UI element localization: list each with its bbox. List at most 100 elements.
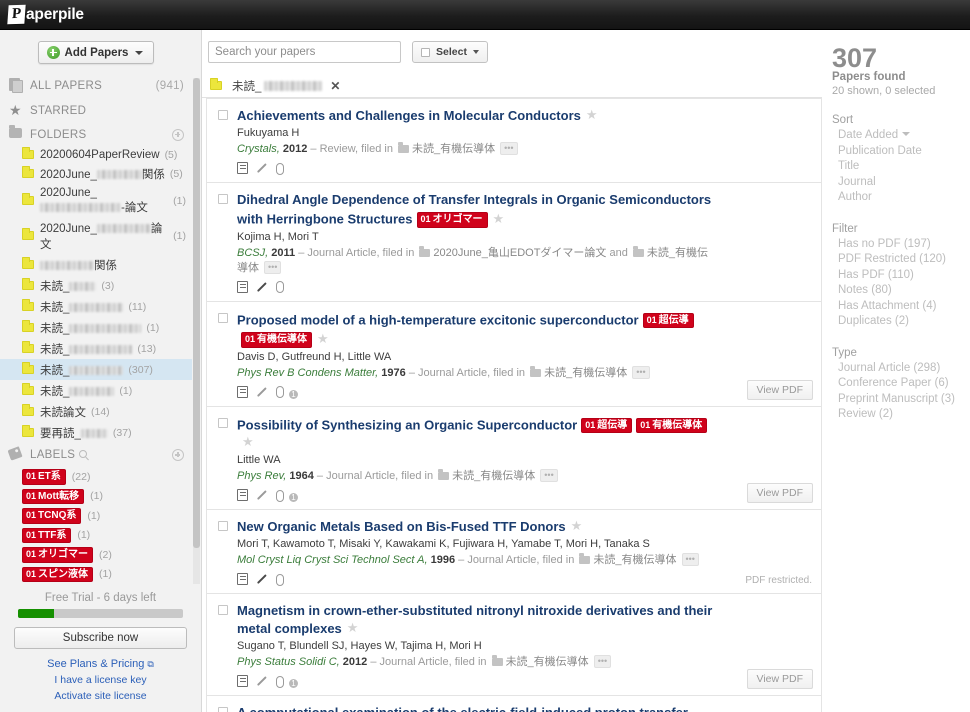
notes-icon[interactable] — [237, 573, 248, 585]
edit-icon[interactable] — [255, 281, 267, 293]
sidebar-section-folders[interactable]: FOLDERS — [0, 123, 192, 146]
star-icon[interactable]: ★ — [586, 107, 598, 122]
edit-icon[interactable] — [255, 675, 267, 687]
sidebar-folder-item[interactable]: 20200604PaperReview (5) — [0, 146, 192, 163]
paper-checkbox[interactable] — [218, 417, 228, 428]
edit-icon[interactable] — [255, 489, 267, 501]
edit-icon[interactable] — [255, 573, 267, 585]
edit-icon[interactable] — [255, 162, 267, 174]
more-options-icon[interactable]: ••• — [500, 142, 518, 155]
sort-option[interactable]: Date Added — [832, 128, 962, 144]
paper-row[interactable]: A computational examination of the elect… — [206, 696, 822, 712]
filter-option[interactable]: Notes (80) — [832, 283, 962, 299]
paper-row[interactable]: Proposed model of a high-temperature exc… — [206, 301, 822, 407]
star-icon[interactable]: ★ — [493, 211, 505, 226]
sidebar-folder-item[interactable]: 関係 — [0, 254, 192, 275]
sidebar-label-item[interactable]: 01 TCNQ系 (1) — [0, 506, 192, 526]
filed-folder-name[interactable]: 未読_有機伝導体 — [412, 143, 495, 155]
paper-journal[interactable]: Crystals, — [237, 143, 280, 155]
paper-title[interactable]: Possibility of Synthesizing an Organic S… — [237, 417, 577, 432]
breadcrumb-folder[interactable]: 未読_ — [232, 78, 323, 94]
paper-row[interactable]: Achievements and Challenges in Molecular… — [206, 98, 822, 183]
type-option[interactable]: Preprint Manuscript (3) — [832, 392, 962, 408]
attachment-icon[interactable] — [274, 385, 285, 398]
sidebar-folder-item[interactable]: 未読_ (11) — [0, 296, 192, 317]
sidebar-folder-item[interactable]: 2020June_ 論文 (1) — [0, 217, 192, 254]
notes-icon[interactable] — [237, 280, 248, 293]
sidebar-folder-item[interactable]: 2020June_-論文 (1) — [0, 184, 192, 217]
label-badge[interactable]: 01 Mott転移 — [22, 488, 85, 504]
star-icon[interactable]: ★ — [317, 331, 329, 346]
paper-title[interactable]: Achievements and Challenges in Molecular… — [237, 108, 581, 123]
paper-title[interactable]: Magnetism in crown-ether-substituted nit… — [237, 603, 712, 636]
notes-icon[interactable] — [237, 489, 248, 501]
remove-filter-icon[interactable]: ✕ — [330, 79, 340, 93]
sidebar-label-item[interactable]: 01 オリゴマー (2) — [0, 545, 192, 565]
add-folder-icon[interactable] — [172, 128, 184, 141]
paper-row[interactable]: Dihedral Angle Dependence of Transfer In… — [206, 183, 822, 302]
sort-option[interactable]: Journal — [832, 175, 962, 191]
paper-row[interactable]: Possibility of Synthesizing an Organic S… — [206, 406, 822, 510]
paper-checkbox[interactable] — [218, 707, 228, 712]
add-label-icon[interactable] — [172, 449, 184, 461]
label-badge[interactable]: 01有機伝導体 — [636, 417, 708, 433]
more-options-icon[interactable]: ••• — [681, 553, 699, 566]
site-license-link[interactable]: Activate site license — [14, 688, 187, 704]
attachment-icon[interactable] — [274, 489, 285, 502]
sidebar-folder-item[interactable]: 未読_ (1) — [0, 317, 192, 338]
filed-folder-name[interactable]: 未読_有機伝導体 — [544, 367, 627, 379]
sidebar-folder-item[interactable]: 未読_ (1) — [0, 380, 192, 401]
label-badge[interactable]: 01 オリゴマー — [22, 547, 94, 563]
star-icon[interactable]: ★ — [347, 620, 359, 635]
select-button[interactable]: Select — [412, 41, 488, 63]
see-plans-link[interactable]: See Plans & Pricing ⧉ — [14, 656, 187, 672]
sidebar-label-item[interactable]: 01 TTF系 (1) — [0, 526, 192, 546]
sidebar-folder-item[interactable]: 未読論文 (14) — [0, 401, 192, 422]
paper-checkbox[interactable] — [218, 110, 228, 120]
filter-option[interactable]: Duplicates (2) — [832, 314, 962, 330]
view-pdf-button[interactable]: View PDF — [746, 379, 813, 400]
sort-option[interactable]: Title — [832, 159, 962, 175]
edit-icon[interactable] — [255, 386, 267, 398]
sidebar-section-labels[interactable]: LABELS — [0, 443, 192, 467]
paper-journal[interactable]: Phys Rev B Condens Matter, — [237, 367, 378, 379]
sidebar-item-starred[interactable]: ★ STARRED — [0, 99, 192, 123]
more-options-icon[interactable]: ••• — [540, 469, 558, 482]
attachment-icon[interactable] — [274, 573, 285, 586]
filter-option[interactable]: Has PDF (110) — [832, 268, 962, 284]
label-badge[interactable]: 01有機伝導体 — [241, 332, 313, 348]
filed-folder-name[interactable]: 未読_有機伝導体 — [593, 554, 676, 566]
notes-icon[interactable] — [237, 385, 248, 398]
paper-title[interactable]: Proposed model of a high-temperature exc… — [237, 312, 639, 327]
search-icon[interactable] — [79, 450, 88, 458]
sidebar-folder-item[interactable]: 未読_ (3) — [0, 275, 192, 296]
sidebar-label-item[interactable]: 01 ET系 (22) — [0, 467, 192, 487]
paper-title[interactable]: New Organic Metals Based on Bis-Fused TT… — [237, 519, 566, 534]
filed-folder-name[interactable]: 2020June_亀山EDOTダイマー論文 — [433, 247, 606, 259]
star-icon[interactable]: ★ — [242, 434, 254, 449]
paper-row[interactable]: New Organic Metals Based on Bis-Fused TT… — [206, 510, 822, 594]
sort-option[interactable]: Publication Date — [832, 144, 962, 160]
filed-folder-name[interactable]: 未読_有機伝導体 — [506, 656, 589, 668]
paperpile-logo[interactable]: P aperpile — [7, 4, 84, 25]
sidebar-folder-item[interactable]: 2020June_ 関係 (5) — [0, 163, 192, 184]
search-input[interactable] — [208, 41, 401, 63]
paper-checkbox[interactable] — [218, 521, 228, 531]
paper-checkbox[interactable] — [218, 194, 228, 204]
attachment-icon[interactable] — [274, 675, 285, 688]
add-papers-button[interactable]: Add Papers — [37, 41, 155, 64]
star-icon[interactable]: ★ — [571, 518, 583, 533]
type-option[interactable]: Review (2) — [832, 407, 962, 423]
sidebar-folder-item[interactable]: 要再読_ (37) — [0, 422, 192, 443]
sidebar-label-item[interactable]: 01 Mott転移 (1) — [0, 487, 192, 507]
sort-option[interactable]: Author — [832, 190, 962, 206]
notes-icon[interactable] — [237, 675, 248, 687]
sidebar-folder-item[interactable]: 未読_ (307) — [0, 359, 192, 380]
notes-icon[interactable] — [237, 162, 248, 174]
filed-folder-name[interactable]: 未読_有機伝導体 — [452, 470, 535, 482]
attachment-icon[interactable] — [274, 162, 285, 175]
paper-row[interactable]: Magnetism in crown-ether-substituted nit… — [206, 594, 822, 696]
view-pdf-button[interactable]: View PDF — [746, 669, 813, 689]
label-badge[interactable]: 01超伝導 — [581, 417, 633, 433]
paper-title[interactable]: A computational examination of the elect… — [237, 705, 701, 712]
